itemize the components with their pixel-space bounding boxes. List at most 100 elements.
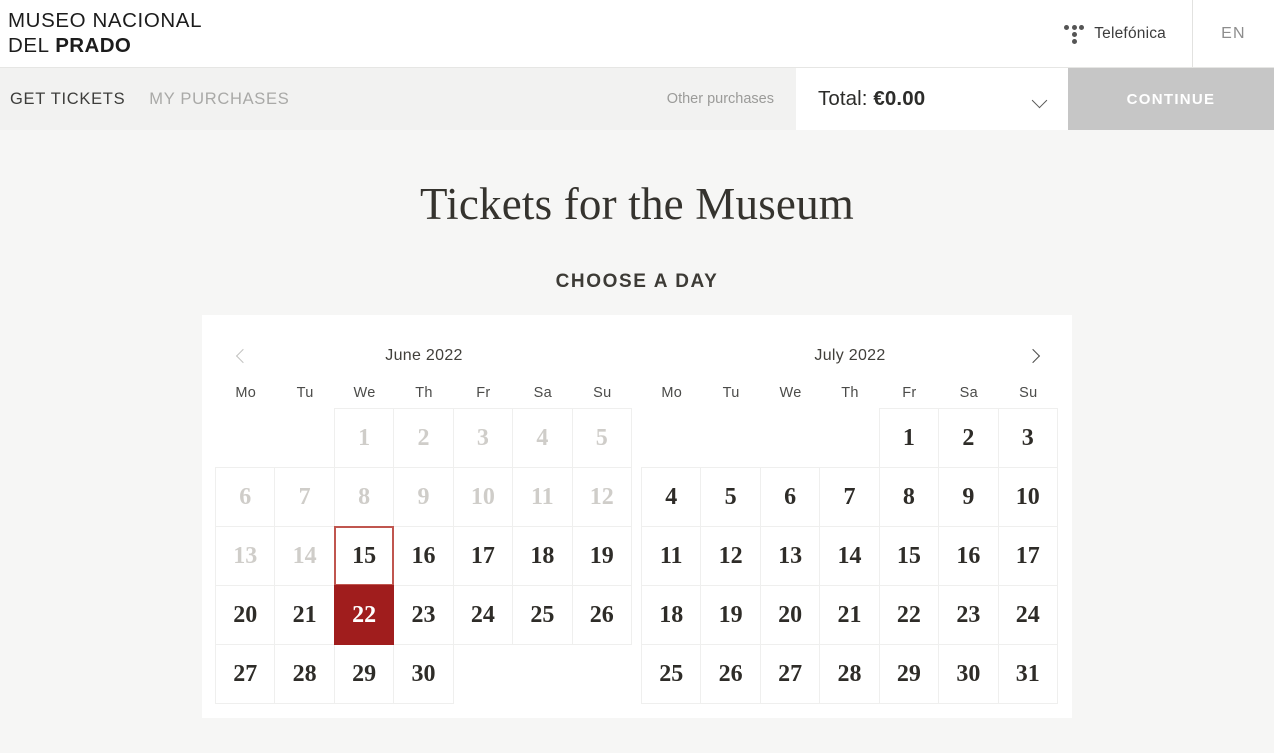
page-title: Tickets for the Museum xyxy=(420,179,854,229)
day-cell-24[interactable]: 24 xyxy=(452,585,514,645)
weekday-label-tu: Tu xyxy=(722,385,740,401)
day-cell-29[interactable]: 29 xyxy=(878,644,940,704)
day-cell-4: 4 xyxy=(512,408,573,468)
day-cell-18[interactable]: 18 xyxy=(512,526,573,586)
day-cell-26[interactable]: 26 xyxy=(700,644,761,704)
day-cell-28[interactable]: 28 xyxy=(274,644,335,704)
day-cell-1: 1 xyxy=(333,408,395,468)
weekday-label-th: Th xyxy=(841,385,859,401)
nav-link-get-tickets[interactable]: GET TICKETS xyxy=(10,90,125,109)
day-cell-27[interactable]: 27 xyxy=(759,644,821,704)
day-cell-2: 2 xyxy=(393,408,454,468)
telefonica-dots-logo-icon xyxy=(1063,23,1085,45)
day-cell-19[interactable]: 19 xyxy=(700,585,761,645)
day-cell-empty xyxy=(215,408,275,468)
chevron-right-icon[interactable] xyxy=(1022,345,1044,367)
day-cell-empty xyxy=(641,408,701,468)
day-cell-3[interactable]: 3 xyxy=(997,408,1058,468)
day-cell-27[interactable]: 27 xyxy=(215,644,276,704)
day-cell-10[interactable]: 10 xyxy=(997,467,1058,527)
weekday-label-th: Th xyxy=(415,385,433,401)
logo-wrap: MUSEO NACIONAL DEL PRADO xyxy=(0,0,1041,67)
day-cell-8: 8 xyxy=(333,467,395,527)
logo-del: DEL xyxy=(8,33,56,57)
day-cell-17[interactable]: 17 xyxy=(997,526,1058,586)
day-cell-15[interactable]: 15 xyxy=(878,526,940,586)
day-cell-23[interactable]: 23 xyxy=(938,585,999,645)
day-cell-empty xyxy=(760,408,820,468)
day-cell-26[interactable]: 26 xyxy=(571,585,632,645)
day-cell-15[interactable]: 15 xyxy=(333,526,395,586)
day-cell-23[interactable]: 23 xyxy=(393,585,454,645)
continue-button[interactable]: CONTINUE xyxy=(1068,68,1274,130)
weekday-label-we: We xyxy=(353,385,376,401)
day-cell-25[interactable]: 25 xyxy=(512,585,573,645)
cart-total-dropdown[interactable]: Total: €0.00 xyxy=(796,68,1068,130)
day-cell-17[interactable]: 17 xyxy=(452,526,514,586)
day-cell-20[interactable]: 20 xyxy=(215,585,276,645)
weekday-label-mo: Mo xyxy=(661,385,683,401)
main-content: Tickets for the Museum CHOOSE A DAY June… xyxy=(0,130,1274,753)
weekday-label-we: We xyxy=(779,385,802,401)
day-cell-9: 9 xyxy=(393,467,454,527)
day-cell-30[interactable]: 30 xyxy=(938,644,999,704)
nav-links: GET TICKETS MY PURCHASES xyxy=(0,68,667,130)
day-cell-22[interactable]: 22 xyxy=(878,585,940,645)
day-cell-21[interactable]: 21 xyxy=(274,585,335,645)
day-cell-16[interactable]: 16 xyxy=(393,526,454,586)
day-cell-16[interactable]: 16 xyxy=(938,526,999,586)
calendar-month-right: July 2022 Mo Tu We Th Fr Sa Su 1 2 3 4 5 6 7 8 9 10 11 12… xyxy=(641,335,1058,704)
weekday-label-fr: Fr xyxy=(902,385,917,401)
day-cell-empty xyxy=(572,644,632,704)
day-cell-1[interactable]: 1 xyxy=(878,408,940,468)
day-cell-6: 6 xyxy=(215,467,276,527)
day-cell-9[interactable]: 9 xyxy=(938,467,999,527)
weekday-label-sa: Sa xyxy=(959,385,979,401)
day-cell-12: 12 xyxy=(571,467,632,527)
day-cell-4[interactable]: 4 xyxy=(641,467,702,527)
weekday-label-fr: Fr xyxy=(476,385,491,401)
day-cell-empty xyxy=(512,644,572,704)
month-header-right: July 2022 xyxy=(642,335,1058,377)
day-cell-5: 5 xyxy=(571,408,632,468)
day-cell-5[interactable]: 5 xyxy=(700,467,761,527)
day-cell-29[interactable]: 29 xyxy=(333,644,395,704)
prado-logo[interactable]: MUSEO NACIONAL DEL PRADO xyxy=(8,9,202,57)
calendar-card: June 2022 Mo Tu We Th Fr Sa Su 1 2 3 4 5 6 7 8 9 10 11 12… xyxy=(202,315,1072,718)
day-cell-19[interactable]: 19 xyxy=(571,526,632,586)
chevron-down-icon[interactable] xyxy=(1033,95,1048,104)
day-cell-2[interactable]: 2 xyxy=(938,408,999,468)
weekday-label-sa: Sa xyxy=(533,385,553,401)
day-cell-11: 11 xyxy=(512,467,573,527)
day-cell-13[interactable]: 13 xyxy=(759,526,821,586)
day-cell-22[interactable]: 22 xyxy=(333,585,395,645)
day-cell-28[interactable]: 28 xyxy=(819,644,880,704)
ticket-navbar: GET TICKETS MY PURCHASES Other purchases… xyxy=(0,68,1274,130)
other-purchases-link[interactable]: Other purchases xyxy=(667,68,796,130)
language-selector[interactable]: EN xyxy=(1192,0,1274,67)
day-grid-left: 1 2 3 4 5 6 7 8 9 10 11 12 13 14 15 16 17 18 19 20 21 22 23 24 2… xyxy=(215,408,632,704)
day-cell-12[interactable]: 12 xyxy=(700,526,761,586)
logo-line-1: MUSEO NACIONAL xyxy=(8,9,203,33)
month-name-right: July 2022 xyxy=(814,347,886,364)
cart-total-amount: €0.00 xyxy=(873,87,926,110)
sponsor-block[interactable]: Telefónica xyxy=(1041,0,1192,67)
day-cell-30[interactable]: 30 xyxy=(393,644,454,704)
day-cell-21[interactable]: 21 xyxy=(819,585,880,645)
day-cell-8[interactable]: 8 xyxy=(878,467,940,527)
nav-link-my-purchases[interactable]: MY PURCHASES xyxy=(149,90,289,109)
day-cell-20[interactable]: 20 xyxy=(759,585,821,645)
day-cell-18[interactable]: 18 xyxy=(641,585,702,645)
day-cell-empty xyxy=(819,408,879,468)
day-cell-31[interactable]: 31 xyxy=(997,644,1058,704)
chevron-left-icon[interactable] xyxy=(232,345,254,367)
day-cell-25[interactable]: 25 xyxy=(641,644,702,704)
day-grid-right: 1 2 3 4 5 6 7 8 9 10 11 12 13 14 15 16 17 18 19 20 21 22 23 24 2… xyxy=(641,408,1058,704)
day-cell-14[interactable]: 14 xyxy=(819,526,880,586)
month-name-left: June 2022 xyxy=(385,347,463,364)
day-cell-11[interactable]: 11 xyxy=(641,526,702,586)
day-cell-24[interactable]: 24 xyxy=(997,585,1058,645)
day-cell-7: 7 xyxy=(274,467,335,527)
day-cell-6[interactable]: 6 xyxy=(759,467,821,527)
day-cell-7[interactable]: 7 xyxy=(819,467,880,527)
